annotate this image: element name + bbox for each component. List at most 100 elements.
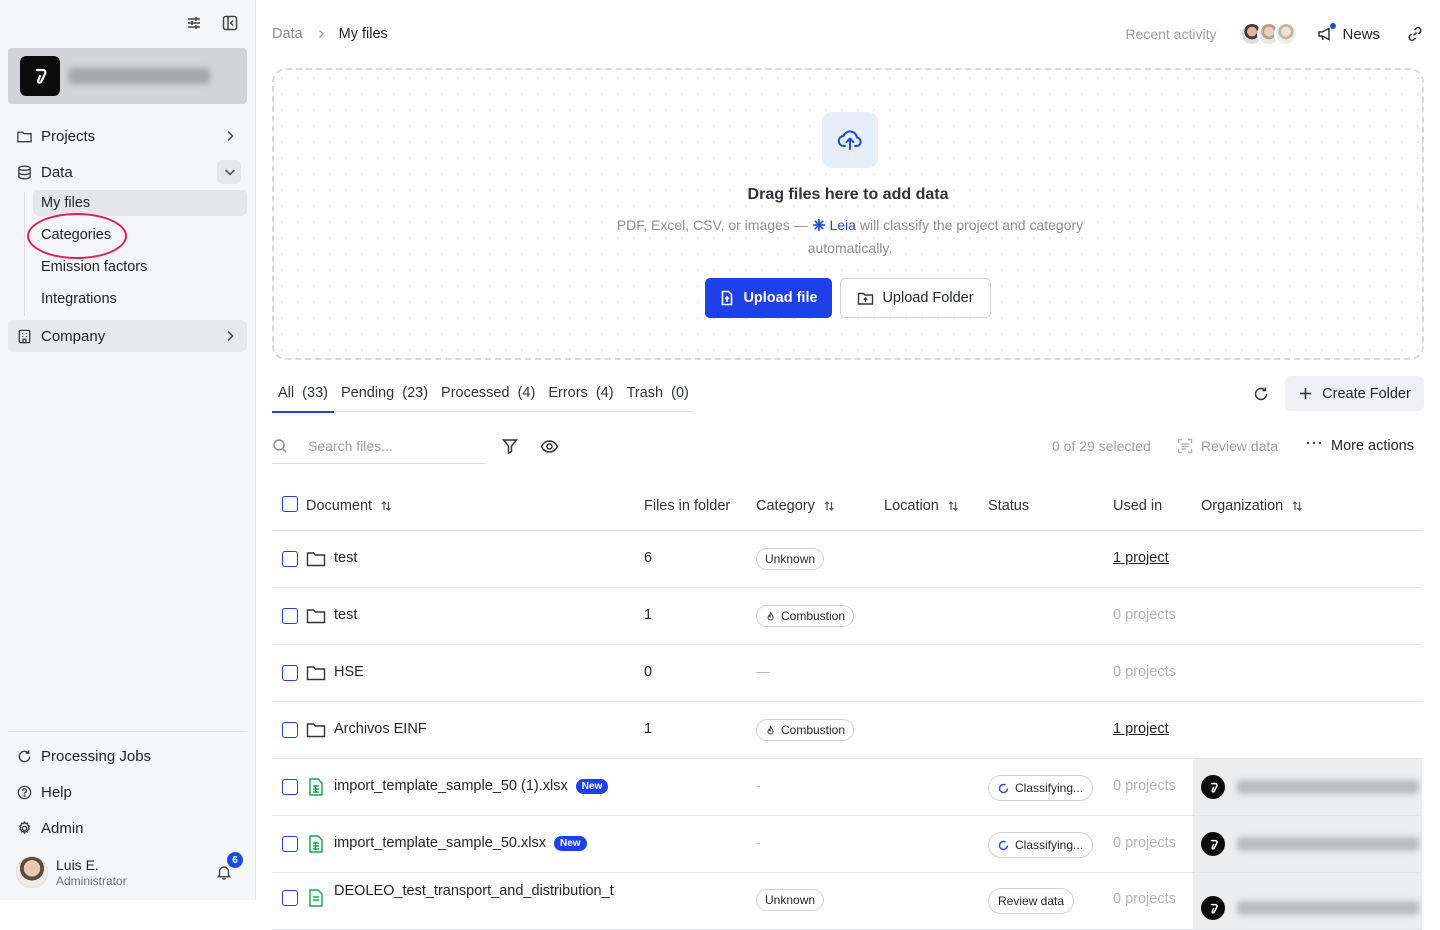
document-name[interactable]: test bbox=[334, 550, 357, 566]
nav-company-label: Company bbox=[41, 327, 106, 345]
avatar bbox=[16, 856, 48, 888]
news-button[interactable]: News bbox=[1316, 22, 1380, 43]
category-chip[interactable]: Unknown bbox=[756, 548, 825, 570]
dropzone-title: Drag files here to add data bbox=[747, 186, 949, 203]
search-icon bbox=[273, 439, 287, 453]
table-row[interactable]: import_template_sample_50 (1).xlsx New -… bbox=[272, 759, 1422, 816]
filter-icon[interactable] bbox=[501, 437, 519, 455]
folder-icon bbox=[306, 721, 326, 739]
document-name[interactable]: DEOLEO_test_transport_and_distribution_t bbox=[334, 883, 614, 899]
tab-all[interactable]: All (33) bbox=[272, 382, 334, 413]
organization-switcher[interactable] bbox=[8, 48, 247, 104]
org-logo-icon bbox=[1201, 775, 1225, 799]
file-status-tabs: All (33) Pending (23) Processed (4) Erro… bbox=[272, 382, 695, 413]
upload-file-button[interactable]: Upload file bbox=[705, 278, 832, 318]
table-row[interactable]: DEOLEO_test_transport_and_distribution_t… bbox=[272, 873, 1422, 930]
table-row[interactable]: test 6 Unknown 1 project bbox=[272, 531, 1422, 588]
document-name[interactable]: import_template_sample_50 (1).xlsx New bbox=[334, 778, 609, 794]
tab-errors[interactable]: Errors (4) bbox=[542, 382, 619, 412]
select-all-checkbox[interactable] bbox=[282, 496, 298, 512]
used-in-count: 0 projects bbox=[1113, 835, 1176, 851]
search-input[interactable] bbox=[308, 434, 478, 458]
nav-admin[interactable]: Admin bbox=[8, 812, 247, 844]
nav-projects-label: Projects bbox=[41, 127, 96, 145]
more-actions-button[interactable]: ··· More actions bbox=[1305, 432, 1414, 454]
selection-count: 0 of 29 selected bbox=[1052, 438, 1151, 454]
sub-nav-emission-factors[interactable]: Emission factors bbox=[33, 254, 247, 280]
status-label: Classifying... bbox=[1015, 781, 1084, 795]
tab-pending[interactable]: Pending (23) bbox=[335, 382, 434, 412]
status-badge: Classifying... bbox=[988, 775, 1094, 801]
sub-nav-integrations[interactable]: Integrations bbox=[33, 286, 247, 312]
user-role: Administrator bbox=[56, 874, 127, 888]
collaborator-avatars[interactable] bbox=[1240, 22, 1299, 46]
used-in-link[interactable]: 1 project bbox=[1113, 550, 1169, 566]
category-chip[interactable]: Combustion bbox=[756, 719, 855, 741]
upload-folder-button[interactable]: Upload Folder bbox=[840, 278, 991, 318]
table-row[interactable]: HSE 0 — 0 projects bbox=[272, 645, 1422, 702]
table-row[interactable]: test 1 Combustion 0 projects bbox=[272, 588, 1422, 645]
document-name[interactable]: test bbox=[334, 607, 357, 623]
category-chip[interactable]: Combustion bbox=[756, 605, 855, 627]
status-badge: Review data bbox=[988, 888, 1075, 914]
nav-data[interactable]: Data bbox=[8, 156, 247, 188]
eye-icon[interactable] bbox=[540, 437, 559, 456]
chevron-right-icon bbox=[315, 28, 327, 40]
column-category[interactable]: Category bbox=[756, 498, 835, 514]
row-checkbox[interactable] bbox=[282, 890, 298, 906]
file-dropzone[interactable]: Drag files here to add data PDF, Excel, … bbox=[272, 68, 1424, 360]
files-count: 6 bbox=[644, 550, 653, 566]
organization-cell bbox=[1193, 873, 1422, 929]
row-checkbox[interactable] bbox=[282, 551, 298, 567]
row-checkbox[interactable] bbox=[282, 608, 298, 624]
used-in-link[interactable]: 1 project bbox=[1113, 721, 1169, 737]
sidebar-top-actions bbox=[185, 14, 239, 32]
row-checkbox[interactable] bbox=[282, 836, 298, 852]
submenu-guide-line bbox=[24, 192, 25, 316]
tab-processed[interactable]: Processed (4) bbox=[435, 382, 541, 412]
sort-icon bbox=[823, 500, 835, 512]
sliders-icon[interactable] bbox=[185, 14, 203, 32]
document-name[interactable]: HSE bbox=[334, 664, 364, 680]
document-name[interactable]: Archivos EINF bbox=[334, 721, 427, 737]
column-document[interactable]: Document bbox=[306, 498, 392, 514]
org-name-redacted bbox=[1237, 901, 1419, 915]
gear-icon bbox=[16, 820, 33, 837]
column-location[interactable]: Location bbox=[884, 498, 959, 514]
breadcrumb-data[interactable]: Data bbox=[272, 26, 303, 42]
column-organization[interactable]: Organization bbox=[1201, 498, 1303, 514]
review-data-button[interactable]: Review data bbox=[1177, 438, 1278, 454]
nav-processing-jobs[interactable]: Processing Jobs bbox=[8, 740, 247, 772]
nav-company[interactable]: Company bbox=[8, 320, 247, 352]
refresh-icon[interactable] bbox=[1252, 385, 1270, 403]
recent-activity-link[interactable]: Recent activity bbox=[1125, 26, 1216, 42]
chevron-down-icon bbox=[221, 163, 239, 181]
sort-icon bbox=[947, 500, 959, 512]
spreadsheet-icon bbox=[306, 889, 326, 907]
header-actions: Recent activity News bbox=[1125, 19, 1424, 49]
more-actions-label: More actions bbox=[1330, 438, 1414, 454]
category-empty: — bbox=[756, 663, 770, 679]
category-chip[interactable]: Unknown bbox=[756, 889, 825, 911]
document-name[interactable]: import_template_sample_50.xlsx New bbox=[334, 835, 587, 851]
row-checkbox[interactable] bbox=[282, 779, 298, 795]
spreadsheet-icon bbox=[306, 778, 326, 796]
tab-trash[interactable]: Trash (0) bbox=[621, 382, 695, 412]
nav-projects[interactable]: Projects bbox=[8, 120, 247, 152]
row-checkbox[interactable] bbox=[282, 665, 298, 681]
nav-help[interactable]: Help bbox=[8, 776, 247, 808]
org-name-redacted bbox=[1237, 837, 1419, 851]
nav-help-label: Help bbox=[41, 783, 72, 801]
files-table-header: Document Files in folder Category Locati… bbox=[272, 482, 1422, 531]
files-count: 0 bbox=[644, 664, 653, 680]
table-row[interactable]: Archivos EINF 1 Combustion 1 project bbox=[272, 702, 1422, 759]
table-row[interactable]: import_template_sample_50.xlsx New - Cla… bbox=[272, 816, 1422, 873]
link-icon[interactable] bbox=[1406, 25, 1424, 43]
create-folder-button[interactable]: Create Folder bbox=[1285, 376, 1424, 411]
more-horizontal-icon: ··· bbox=[1305, 432, 1323, 452]
collapse-sidebar-icon[interactable] bbox=[221, 14, 239, 32]
row-checkbox[interactable] bbox=[282, 722, 298, 738]
sub-nav-my-files[interactable]: My files bbox=[33, 190, 247, 216]
document-name-text: import_template_sample_50 (1).xlsx bbox=[334, 778, 568, 794]
user-profile[interactable]: Luis E. Administrator 6 bbox=[16, 852, 246, 890]
